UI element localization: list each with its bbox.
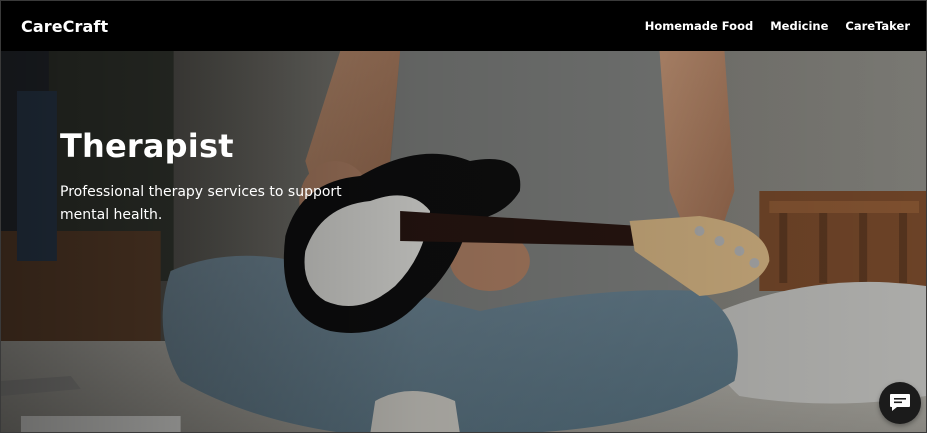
nav-link-homemade-food[interactable]: Homemade Food	[645, 19, 754, 33]
page: CareCraft Homemade Food Medicine CareTak…	[0, 0, 927, 433]
navbar: CareCraft Homemade Food Medicine CareTak…	[1, 1, 926, 51]
hero-subtitle: Professional therapy services to support…	[60, 184, 342, 223]
brand-logo[interactable]: CareCraft	[21, 17, 108, 36]
nav-link-caretaker[interactable]: CareTaker	[845, 19, 910, 33]
nav-link-medicine[interactable]: Medicine	[770, 19, 828, 33]
chat-bubble-icon	[890, 394, 910, 411]
hero-overlay	[1, 51, 926, 432]
hero-section: Therapist Professional therapy services …	[1, 51, 926, 432]
nav-links: Homemade Food Medicine CareTaker	[645, 19, 910, 33]
hero-title: Therapist	[60, 127, 234, 165]
chat-button[interactable]	[879, 382, 921, 424]
